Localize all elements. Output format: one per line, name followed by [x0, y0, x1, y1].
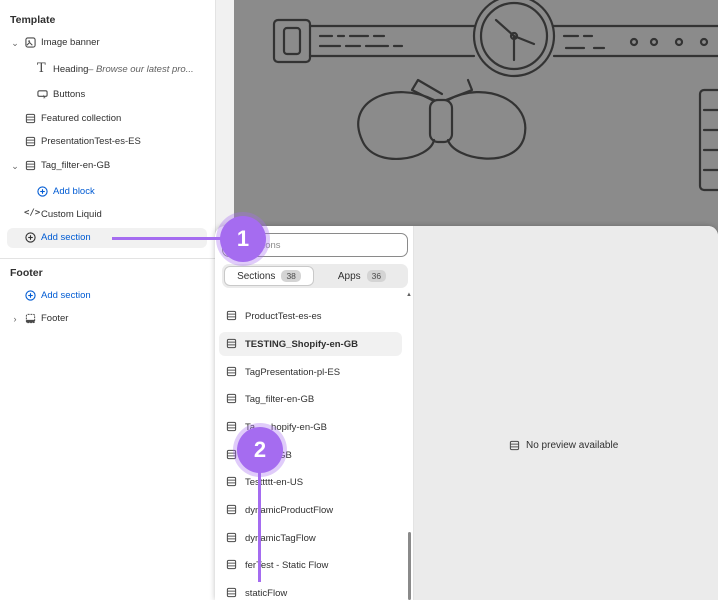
- image-icon: [25, 37, 36, 48]
- add-section-popover: ch sections Sections 38 Apps 36 ▲ Produc…: [215, 226, 718, 600]
- list-item[interactable]: Tag_filter-en-GB: [219, 387, 402, 411]
- sidebar-item-footer[interactable]: › Footer: [0, 309, 214, 329]
- template-title: Template: [10, 14, 56, 26]
- tab-apps-count: 36: [366, 270, 387, 282]
- no-preview-label: No preview available: [526, 440, 619, 451]
- section-icon: [25, 136, 36, 147]
- add-block-button[interactable]: Add block: [0, 182, 214, 202]
- sidebar-item-buttons[interactable]: Buttons: [0, 85, 214, 105]
- sidebar-item-label: Image banner: [41, 37, 100, 48]
- sidebar-item-label: Featured collection: [41, 113, 122, 124]
- footer-icon: [25, 313, 36, 324]
- list-item-label: ProductTest-es-es: [245, 311, 322, 322]
- text-icon: T: [37, 61, 46, 76]
- tab-sections[interactable]: Sections 38: [224, 266, 314, 286]
- list-item[interactable]: TESTING_Shopify-en-GB: [219, 332, 402, 356]
- footer-add-section-button[interactable]: Add section: [0, 286, 214, 306]
- add-section-label: Add section: [41, 232, 91, 243]
- section-icon: [509, 440, 520, 451]
- footer-title: Footer: [10, 267, 43, 279]
- sidebar-item-label: Heading: [53, 64, 89, 75]
- sidebar-item-heading[interactable]: T Heading – Browse our latest pro...: [0, 60, 214, 80]
- sidebar-item-custom-liquid[interactable]: </> Custom Liquid: [0, 205, 214, 225]
- plus-circle-icon: [25, 232, 36, 243]
- list-item-label: TagPresentation-pl-ES: [245, 367, 341, 378]
- list-item[interactable]: staticFlow: [219, 581, 402, 600]
- accessories-illustration: [272, 0, 718, 192]
- sidebar-item-label: Buttons: [53, 89, 86, 100]
- sidebar-item-label: PresentationTest-es-ES: [41, 136, 141, 147]
- sidebar-item-presentationtest[interactable]: PresentationTest-es-ES: [0, 132, 214, 152]
- divider: [0, 258, 215, 259]
- sidebar-item-sublabel: – Browse our latest pro...: [88, 64, 194, 75]
- section-icon: [226, 587, 237, 598]
- chevron-down-icon[interactable]: ⌄: [10, 160, 20, 172]
- section-preview-panel: No preview available: [414, 226, 718, 600]
- section-icon: [226, 310, 237, 321]
- plus-circle-icon: [37, 186, 48, 197]
- section-icon: [25, 113, 36, 124]
- sidebar-item-label: Tag_filter-en-GB: [41, 160, 111, 171]
- sidebar: Template ⌄ Image banner T Heading – Brow…: [0, 0, 216, 600]
- list-item[interactable]: dynamicProductFlow: [219, 498, 402, 522]
- callout-2-pointer: [258, 470, 261, 582]
- section-icon: [226, 449, 237, 460]
- tab-apps-label: Apps: [337, 270, 361, 282]
- tab-sections-label: Sections: [237, 270, 276, 282]
- section-icon: [25, 160, 36, 171]
- list-item-label: staticFlow: [245, 588, 288, 599]
- list-item[interactable]: ProductTest-es-es: [219, 304, 402, 328]
- chevron-down-icon[interactable]: ⌄: [10, 37, 20, 49]
- section-icon: [226, 559, 237, 570]
- list-scrollbar[interactable]: [408, 532, 411, 600]
- section-icon: [226, 366, 237, 377]
- preview-banner-image: [234, 0, 718, 226]
- list-item-label: dynamicTagFlow: [245, 533, 316, 544]
- list-item[interactable]: Testtttt-en-US: [219, 470, 402, 494]
- tab-sections-count: 38: [281, 270, 301, 282]
- section-icon: [226, 421, 237, 432]
- sidebar-item-label: Footer: [41, 313, 69, 324]
- section-icon: [226, 393, 237, 404]
- list-item-label: Testtttt-en-US: [245, 477, 304, 488]
- add-block-label: Add block: [53, 186, 95, 197]
- footer-add-section-label: Add section: [41, 290, 91, 301]
- step-callout-2: 2: [237, 427, 283, 473]
- plus-circle-icon: [25, 290, 36, 301]
- list-item[interactable]: dynamicTagFlow: [219, 526, 402, 550]
- section-icon: [226, 532, 237, 543]
- step-callout-1: 1: [220, 216, 266, 262]
- list-item[interactable]: TagPresentation-pl-ES: [219, 360, 402, 384]
- tab-apps[interactable]: Apps 36: [318, 266, 406, 286]
- chevron-right-icon[interactable]: ›: [10, 313, 20, 325]
- section-icon: [226, 476, 237, 487]
- section-icon: [226, 504, 237, 515]
- button-icon: [37, 90, 48, 100]
- scroll-up-icon[interactable]: ▲: [406, 292, 412, 298]
- list-item-label: Tag_filter-en-GB: [245, 394, 315, 405]
- list-item[interactable]: ferTest - Static Flow: [219, 553, 402, 577]
- sidebar-item-featured-collection[interactable]: Featured collection: [0, 109, 214, 129]
- sidebar-item-label: Custom Liquid: [41, 209, 102, 220]
- no-preview-message: No preview available: [509, 440, 618, 451]
- sidebar-item-image-banner[interactable]: ⌄ Image banner: [0, 33, 214, 53]
- section-list-panel: ch sections Sections 38 Apps 36 ▲ Produc…: [215, 226, 414, 600]
- sidebar-item-tag-filter[interactable]: ⌄ Tag_filter-en-GB: [0, 156, 214, 176]
- list-item-label: TESTING_Shopify-en-GB: [245, 339, 358, 350]
- picker-tabs: Sections 38 Apps 36: [222, 264, 408, 288]
- code-icon: </>: [24, 208, 41, 218]
- callout-1-pointer: [112, 237, 222, 240]
- section-icon: [226, 338, 237, 349]
